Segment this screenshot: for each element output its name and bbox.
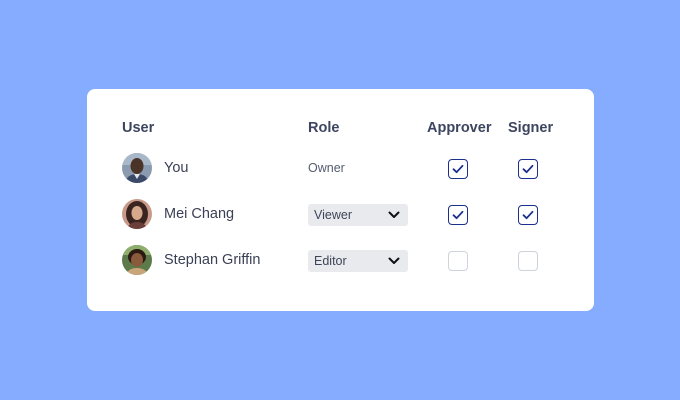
approver-checkbox[interactable] [448,251,468,271]
permissions-card: User Role Approver Signer You Owner Mei … [87,89,594,311]
user-row-mei-chang: Mei Chang Viewer [87,199,594,231]
avatar [122,245,152,275]
user-row-stephan-griffin: Stephan Griffin Editor [87,245,594,277]
signer-checkbox[interactable] [518,251,538,271]
user-name: You [164,160,189,176]
signer-checkbox[interactable] [518,205,538,225]
column-header-user: User [122,120,155,136]
column-header-signer: Signer [508,120,554,136]
signer-checkbox[interactable] [518,159,538,179]
role-select-value: Editor [314,254,347,268]
avatar [122,199,152,229]
column-header-approver: Approver [427,120,492,136]
approver-checkbox[interactable] [448,159,468,179]
avatar [122,153,152,183]
role-label: Owner [308,161,345,175]
chevron-down-icon [388,257,400,264]
role-select[interactable]: Viewer [308,204,408,226]
check-icon [452,210,464,220]
role-select-value: Viewer [314,208,352,222]
check-icon [522,164,534,174]
column-header-role: Role [308,120,340,136]
check-icon [522,210,534,220]
approver-checkbox[interactable] [448,205,468,225]
user-row-you: You Owner [87,153,594,185]
check-icon [452,164,464,174]
user-name: Mei Chang [164,206,235,222]
user-name: Stephan Griffin [164,252,261,268]
chevron-down-icon [388,211,400,218]
role-select[interactable]: Editor [308,250,408,272]
